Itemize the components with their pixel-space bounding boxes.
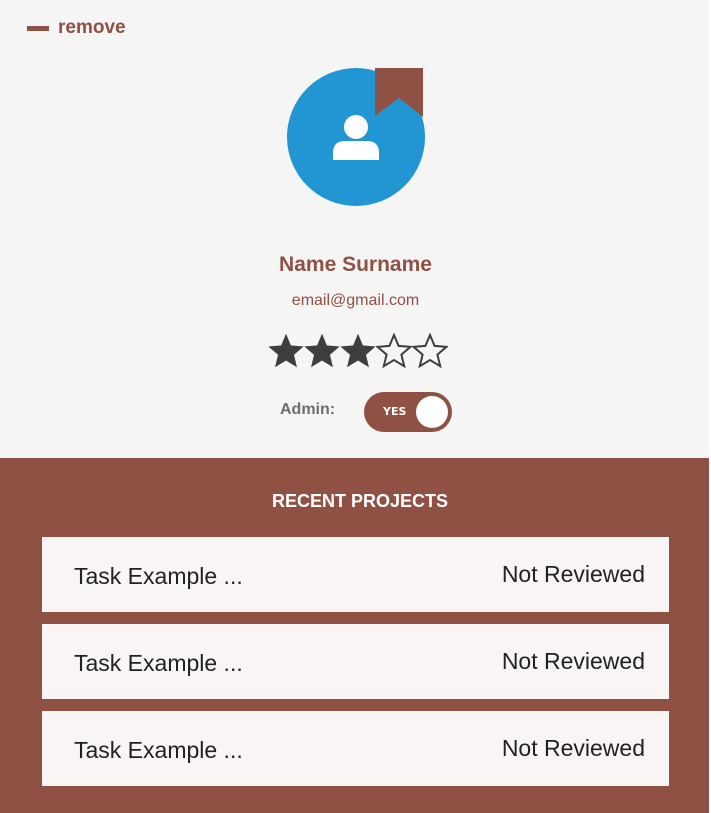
star-filled-icon[interactable] xyxy=(268,333,304,369)
star-filled-icon[interactable] xyxy=(340,333,376,369)
remove-label: remove xyxy=(58,17,126,38)
project-status: Not Reviewed xyxy=(501,735,645,761)
admin-label: Admin: xyxy=(280,401,336,418)
project-row[interactable]: Task Example ... Not Reviewed xyxy=(42,537,669,612)
project-task: Task Example ... xyxy=(74,650,243,676)
bookmark-icon xyxy=(375,68,423,117)
toggle-text: YES xyxy=(383,405,407,418)
project-status: Not Reviewed xyxy=(501,648,645,674)
profile-card: remove Name Surname email@gmail.com Admi… xyxy=(0,0,711,813)
recent-projects-section: RECENT PROJECTS Task Example ... Not Rev… xyxy=(0,458,709,813)
avatar xyxy=(287,68,425,206)
project-row[interactable]: Task Example ... Not Reviewed xyxy=(42,624,669,699)
admin-toggle[interactable]: YES xyxy=(364,392,452,432)
project-row[interactable]: Task Example ... Not Reviewed xyxy=(42,711,669,786)
star-empty-icon[interactable] xyxy=(376,333,412,369)
project-task: Task Example ... xyxy=(74,737,243,763)
star-empty-icon[interactable] xyxy=(412,333,448,369)
minus-icon xyxy=(27,25,49,31)
star-filled-icon[interactable] xyxy=(304,333,340,369)
star-rating[interactable] xyxy=(268,333,452,371)
profile-email: email@gmail.com xyxy=(291,292,420,309)
toggle-knob xyxy=(416,396,448,428)
project-status: Not Reviewed xyxy=(501,561,645,587)
recent-projects-title: RECENT PROJECTS xyxy=(271,491,449,511)
remove-button[interactable]: remove xyxy=(27,16,126,40)
profile-name: Name Surname xyxy=(279,253,432,276)
project-task: Task Example ... xyxy=(74,563,243,589)
